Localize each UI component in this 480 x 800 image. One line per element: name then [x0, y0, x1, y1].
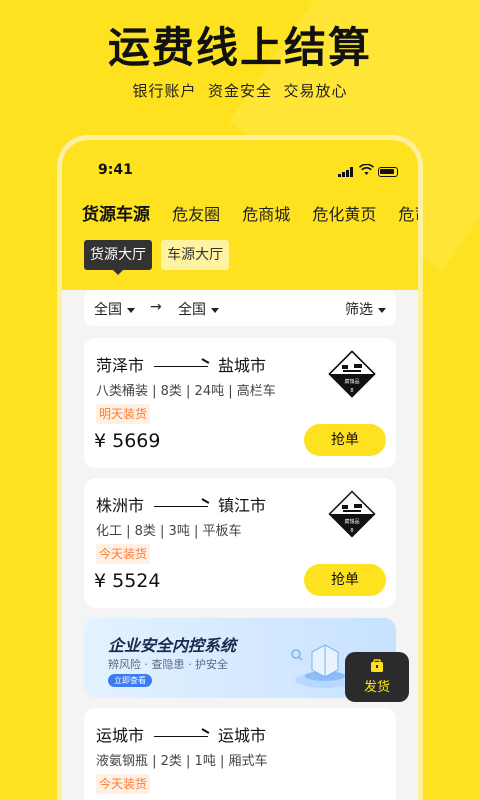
status-bar: 9:41 [62, 162, 418, 182]
arrow-right-icon [154, 506, 209, 507]
banner-subtitle: 辨风险 · 查隐患 · 护安全 [108, 658, 228, 671]
route-from: 株洲市 [96, 496, 145, 515]
route-to: 运城市 [218, 726, 267, 745]
route: 菏泽市 盐城市 [96, 352, 266, 376]
tab-yellow-pages[interactable]: 危化黄页 [312, 201, 376, 225]
grab-order-button[interactable]: 抢单 [304, 564, 386, 596]
loading-time-tag: 明天装货 [96, 404, 151, 424]
grab-order-button[interactable]: 抢单 [304, 424, 386, 456]
screen-filter[interactable]: 筛选 [345, 299, 386, 319]
battery-icon [378, 167, 398, 177]
tab-cargo-vehicle[interactable]: 货源车源 [82, 200, 150, 225]
filter-bar: 全国 → 全国 筛选 [84, 290, 396, 326]
tab-drivers[interactable]: 危司 [398, 201, 418, 225]
arrow-right-icon [154, 736, 209, 737]
banner-title: 企业安全内控系统 [108, 636, 237, 655]
banner-view-button[interactable]: 立即查看 [108, 674, 152, 687]
corrosive-hazard-icon: 腐蚀品 8 [328, 490, 376, 538]
hazard-label: 腐蚀品 [344, 378, 359, 385]
subtab-cargo-hall[interactable]: 货源大厅 [84, 240, 152, 275]
status-time: 9:41 [98, 162, 133, 178]
arrow-right-icon [154, 366, 209, 367]
hazard-class: 8 [350, 388, 353, 394]
route-to: 盐城市 [218, 356, 267, 375]
route-from: 菏泽市 [96, 356, 145, 375]
ship-cargo-label: 发货 [363, 680, 390, 695]
sub-tabs: 货源大厅 车源大厅 [84, 240, 233, 275]
price: ¥ 5669 [94, 430, 161, 452]
cargo-specs: 化工 | 8类 | 3吨 | 平板车 [96, 524, 242, 539]
destination-filter[interactable]: 全国 [178, 299, 219, 319]
caret-down-icon [127, 307, 135, 313]
origin-filter[interactable]: 全国 [94, 299, 135, 319]
price: ¥ 5524 [94, 570, 161, 592]
route: 运城市 运城市 [96, 722, 266, 746]
hazard-class: 8 [350, 528, 353, 534]
caret-down-icon [211, 307, 219, 313]
caret-down-icon [378, 307, 386, 313]
main-tabs: 货源车源 危友圈 危商城 危化黄页 危司 [82, 200, 418, 230]
promo-subtitle: 银行账户 资金安全 交易放心 [132, 82, 348, 100]
route-arrow: → [150, 299, 162, 315]
cargo-specs: 液氨钢瓶 | 2类 | 1吨 | 厢式车 [96, 754, 268, 769]
signal-icon [338, 167, 354, 177]
hazard-label: 腐蚀品 [344, 518, 359, 525]
loading-time-tag: 今天装货 [96, 544, 151, 564]
route-from: 运城市 [96, 726, 145, 745]
subtab-vehicle-hall[interactable]: 车源大厅 [161, 240, 230, 270]
ship-cargo-button[interactable]: 发货 [345, 652, 409, 702]
package-icon [371, 659, 383, 672]
cargo-card[interactable]: 株洲市 镇江市 腐蚀品 8 化工 | 8类 | 3吨 | 平板车 今天装货 ¥ 5… [84, 478, 396, 608]
route-to: 镇江市 [218, 496, 267, 515]
route: 株洲市 镇江市 [96, 492, 266, 516]
loading-time-tag: 今天装货 [96, 774, 151, 794]
cargo-card[interactable]: 运城市 运城市 液氨钢瓶 | 2类 | 1吨 | 厢式车 今天装货 [84, 708, 396, 800]
tab-mall[interactable]: 危商城 [242, 201, 290, 225]
tab-friends-circle[interactable]: 危友圈 [172, 201, 220, 225]
promo-title: 运费线上结算 [107, 23, 372, 72]
corrosive-hazard-icon: 腐蚀品 8 [328, 350, 376, 398]
cargo-specs: 八类桶装 | 8类 | 24吨 | 高栏车 [96, 384, 276, 399]
wifi-icon [359, 164, 374, 175]
cargo-card[interactable]: 菏泽市 盐城市 腐蚀品 8 八类桶装 | 8类 | 24吨 | 高栏车 明天装货 … [84, 338, 396, 468]
